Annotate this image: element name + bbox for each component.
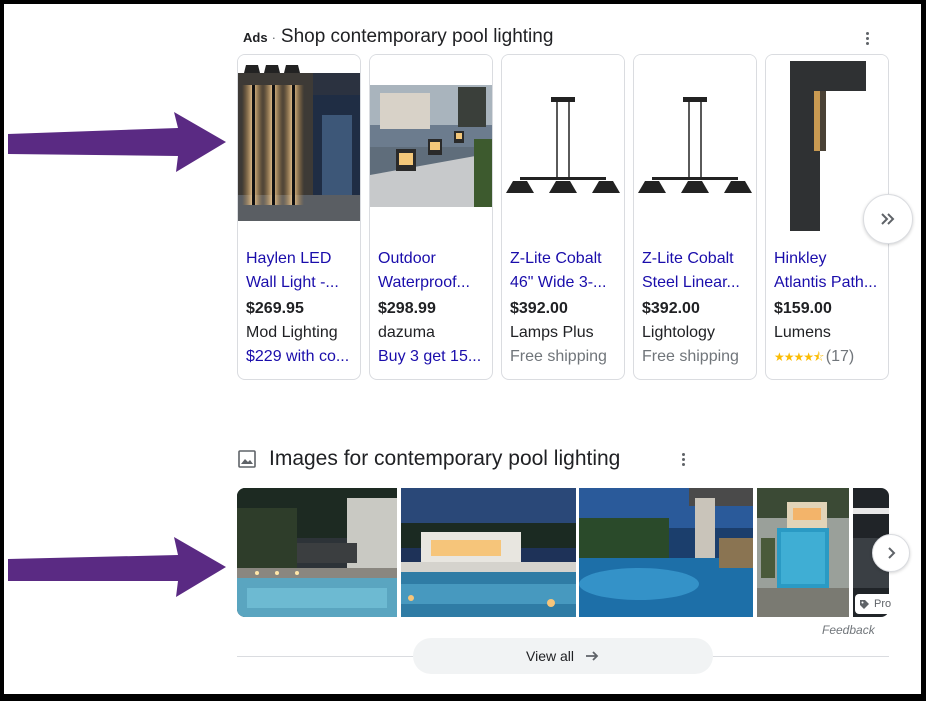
product-store: Mod Lighting [246,324,338,341]
product-name-line1: Hinkley [774,250,827,267]
image-icon [238,450,256,468]
images-header: Images for contemporary pool lighting [237,444,620,474]
product-name-line1: Z-Lite Cobalt [510,250,602,267]
product-name-line1: Outdoor [378,250,436,267]
product-store: dazuma [378,324,435,341]
product-store: Lightology [642,324,715,341]
product-name-link[interactable]: Outdoor Waterproof... [378,247,488,295]
product-shipping: Free shipping [510,348,607,365]
product-name-link[interactable]: Hinkley Atlantis Path... [774,247,884,295]
results-panel: Ads · Shop contemporary pool lighting Ha… [4,4,921,694]
purple-arrow-annotation [8,112,226,172]
ads-separator: · [271,29,276,45]
image-thumbnail[interactable] [237,488,397,617]
product-card[interactable]: Z-Lite Cobalt Steel Linear... $392.00 Li… [633,54,757,380]
product-name-line1: Haylen LED [246,250,332,267]
product-name-line1: Z-Lite Cobalt [642,250,734,267]
product-rating: ★★★★⯪ (17) [774,348,884,369]
product-image[interactable] [238,55,360,237]
product-image[interactable] [634,55,756,237]
star-rating-icon: ★★★★⯪ [774,350,826,364]
ads-label: Ads [243,29,268,45]
tag-icon [860,599,869,609]
product-store: Lamps Plus [510,324,594,341]
image-thumbnail[interactable] [757,488,849,617]
product-name-link[interactable]: Haylen LED Wall Light -... [246,247,356,295]
chevron-right-icon [888,547,896,559]
product-card[interactable]: Outdoor Waterproof... $298.99 dazuma Buy… [369,54,493,380]
feedback-link[interactable]: Feedback [822,623,875,637]
images-kebab-menu-icon[interactable] [673,447,693,471]
ads-kebab-menu-icon[interactable] [857,26,877,50]
view-all-label: View all [526,648,574,664]
product-card[interactable]: Haylen LED Wall Light -... $269.95 Mod L… [237,54,361,380]
product-name-line2: Atlantis Path... [774,274,878,291]
product-name-line2: Waterproof... [378,274,470,291]
product-image[interactable] [370,55,492,237]
product-promo-link[interactable]: Buy 3 get 15... [378,348,488,366]
tag-label: Pro [874,598,892,610]
images-next-button[interactable] [872,534,910,572]
arrow-right-icon [586,651,599,661]
product-name-line2: Wall Light -... [246,274,339,291]
product-shipping: Free shipping [642,348,739,365]
product-tag-chip[interactable]: Pro [855,594,895,614]
product-card[interactable]: Z-Lite Cobalt 46" Wide 3-... $392.00 Lam… [501,54,625,380]
product-image[interactable] [502,55,624,237]
double-chevron-right-icon [881,213,895,225]
product-price: $298.99 [378,300,436,317]
product-name-line2: 46" Wide 3-... [510,274,607,291]
purple-arrow-annotation [8,537,226,597]
product-price: $269.95 [246,300,304,317]
rating-count: (17) [825,348,855,365]
product-promo-link[interactable]: $229 with co... [246,348,356,366]
product-store: Lumens [774,324,831,341]
image-thumbnail[interactable] [401,488,576,617]
ads-title: Shop contemporary pool lighting [280,26,554,47]
product-name-line2: Steel Linear... [642,274,740,291]
image-thumbnail[interactable] [579,488,753,617]
view-all-button[interactable]: View all [413,638,713,674]
ads-header: Ads · Shop contemporary pool lighting [243,24,553,50]
images-title: Images for contemporary pool lighting [269,447,621,470]
product-price: $159.00 [774,300,832,317]
carousel-next-button[interactable] [863,194,913,244]
product-name-link[interactable]: Z-Lite Cobalt Steel Linear... [642,247,752,295]
product-price: $392.00 [642,300,700,317]
product-price: $392.00 [510,300,568,317]
product-name-link[interactable]: Z-Lite Cobalt 46" Wide 3-... [510,247,620,295]
